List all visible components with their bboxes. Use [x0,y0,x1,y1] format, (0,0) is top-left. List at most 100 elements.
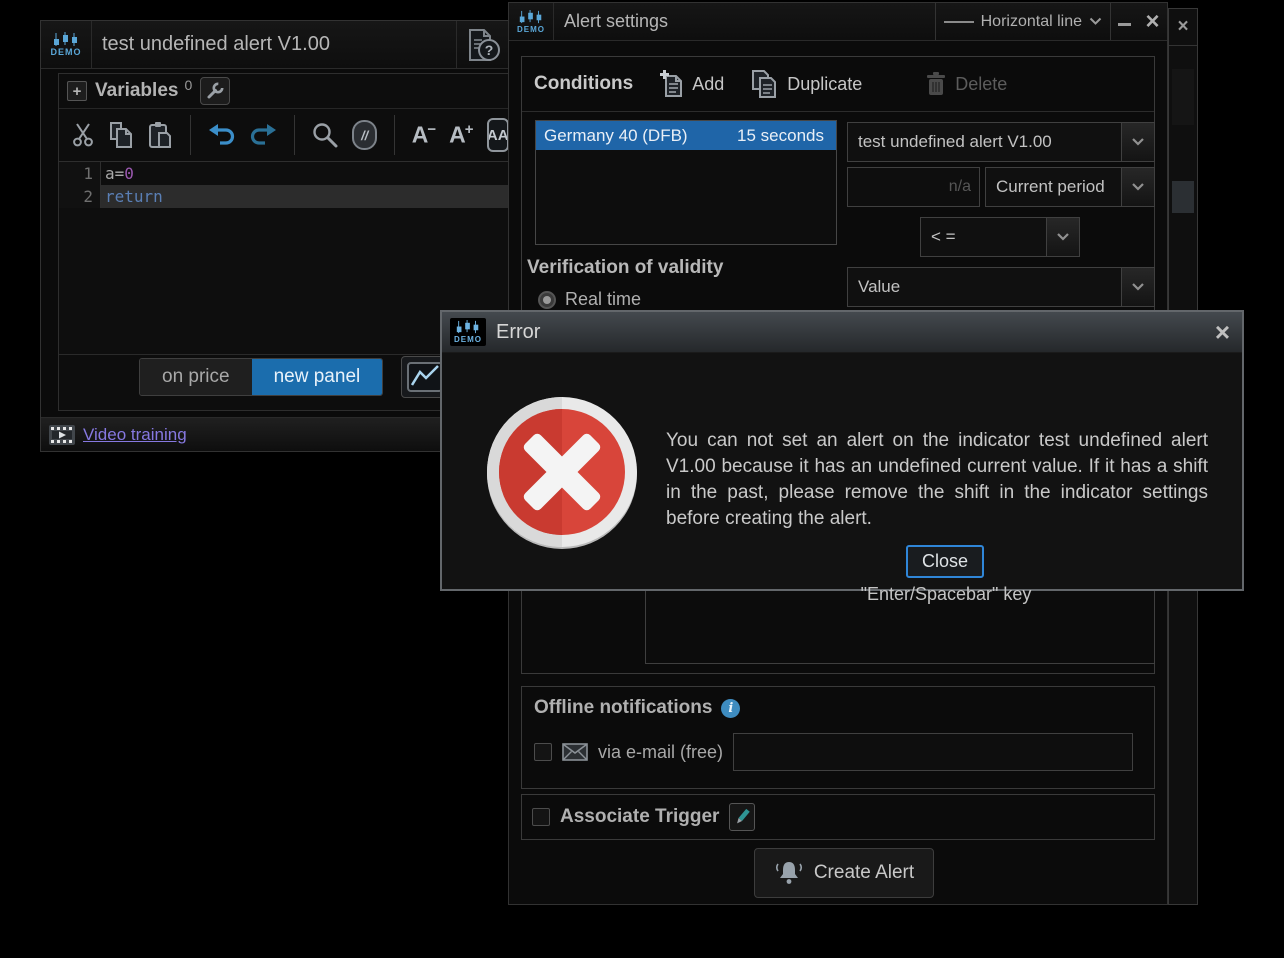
error-close-x-button[interactable]: × [1215,319,1230,345]
chevron-down-icon [1132,138,1144,146]
realtime-radio-row: Real time [538,289,641,310]
add-condition-button[interactable]: Add [659,70,724,98]
create-alert-button[interactable]: Create Alert [754,848,934,898]
period-dropdown[interactable]: Current period [985,167,1155,207]
offline-header: Offline notifications [534,697,713,718]
dropdown-button[interactable] [1046,218,1079,256]
variables-label: Variables [95,80,179,101]
minimize-icon [1118,23,1131,26]
comment-button[interactable]: // [352,120,378,150]
film-play-icon [49,424,75,445]
close-icon: × [1177,16,1189,37]
duplicate-condition-button[interactable]: Duplicate [750,69,862,99]
conditions-header: Conditions [534,73,634,94]
add-document-icon [660,70,683,97]
dropdown-button[interactable] [1121,268,1154,306]
toolbar-separator [394,115,395,155]
demo-logo-label: DEMO [50,47,82,57]
email-row: via e-mail (free) [522,719,1154,771]
duplicate-label: Duplicate [787,73,863,94]
variables-settings-button[interactable] [200,77,231,105]
delete-label: Delete [955,73,1008,94]
redo-button[interactable] [249,123,277,147]
code-token: 0 [124,164,134,183]
alert-close-button[interactable]: × [1138,3,1167,40]
expand-variables-button[interactable]: + [67,81,87,101]
trash-icon [927,72,946,95]
error-message: You can not set an alert on the indicato… [666,430,1208,529]
email-input[interactable] [733,733,1134,771]
copy-button[interactable] [108,121,134,149]
toolbar-separator [293,115,295,155]
error-body: You can not set an alert on the indicato… [442,352,1242,604]
offline-header-row: Offline notifications i [522,687,1154,719]
help-button[interactable]: ? [456,21,509,68]
copy-icon [110,122,132,148]
info-icon[interactable]: i [721,698,741,718]
demo-logo: DEMO [509,3,554,40]
alert-titlebar: DEMO Alert settings Horizontal line × [509,3,1167,41]
error-keyboard-hint: "Enter/Spacebar" key [860,584,1032,604]
alert-object-selector[interactable]: Horizontal line [934,3,1111,40]
editor-window-title: test undefined alert V1.00 [102,33,330,55]
video-training-bar: Video training [41,417,509,451]
comment-glyph: // [361,127,369,143]
email-label: via e-mail (free) [598,741,724,762]
condition-timeframe: 15 seconds [737,125,824,145]
desktop: DEMO test undefined alert V1.00 ? + Vari… [0,0,1284,958]
background-scrollbar-thumb[interactable] [1172,181,1194,213]
error-close-button[interactable]: Close [906,545,984,578]
envelope-icon [562,743,588,761]
background-toolbar-fragment [1172,69,1194,125]
period-dropdown-value: Current period [996,177,1105,196]
undo-button[interactable] [208,123,236,147]
dropdown-button[interactable] [1121,168,1154,206]
condition-instrument: Germany 40 (DFB) [544,125,688,145]
chevron-down-icon [1057,233,1069,241]
create-alert-label: Create Alert [813,862,915,883]
chevron-down-icon [1132,283,1144,291]
condition-row-selected[interactable]: Germany 40 (DFB) 15 seconds [536,121,836,150]
email-checkbox[interactable] [534,743,552,761]
search-button[interactable] [311,121,339,149]
trigger-checkbox[interactable] [532,808,550,826]
target-dropdown-value: Value [858,277,901,296]
dropdown-button[interactable] [1121,123,1154,161]
indicator-dropdown[interactable]: test undefined alert V1.00 [847,122,1155,162]
conditions-header-row: Conditions Add Duplicate Delete [522,57,1154,112]
editor-toolbar: // A− A+ AA [59,108,509,162]
add-label: Add [692,73,725,94]
code-line: 1 a=0 [59,162,509,185]
font-toggle-button[interactable]: AA [486,118,509,152]
demo-logo-label: DEMO [517,24,545,34]
minimize-button[interactable] [1111,3,1138,40]
decrease-font-button[interactable]: A− [412,121,436,149]
cut-button[interactable] [71,122,95,148]
scissors-icon [73,123,93,147]
increase-font-button[interactable]: A+ [449,121,473,149]
error-icon [487,397,637,549]
video-training-link[interactable]: Video training [83,425,187,445]
on-price-button[interactable]: on price [140,359,252,395]
realtime-label: Real time [565,289,642,309]
line-number: 1 [59,162,101,185]
error-titlebar: DEMO Error × [442,312,1242,353]
paste-button[interactable] [147,121,173,149]
line-chart-icon [407,362,443,392]
pencil-icon [737,808,751,824]
object-selector-label: Horizontal line [980,12,1082,30]
close-icon: × [1145,7,1160,35]
new-panel-button[interactable]: new panel [251,359,383,395]
candlestick-logo-icon [519,9,542,23]
edit-trigger-button[interactable] [729,803,756,831]
realtime-radio[interactable] [538,290,556,309]
operator-dropdown[interactable]: < = [920,217,1080,257]
duplicate-documents-icon [752,70,777,98]
shift-value-input[interactable] [847,167,980,207]
background-close-button[interactable]: × [1169,9,1197,46]
delete-condition-button[interactable]: Delete [924,71,1007,97]
target-dropdown[interactable]: Value [847,267,1155,307]
code-line-active: 2 return [59,185,509,208]
bell-icon [775,862,802,884]
conditions-list[interactable]: Germany 40 (DFB) 15 seconds [535,120,837,245]
